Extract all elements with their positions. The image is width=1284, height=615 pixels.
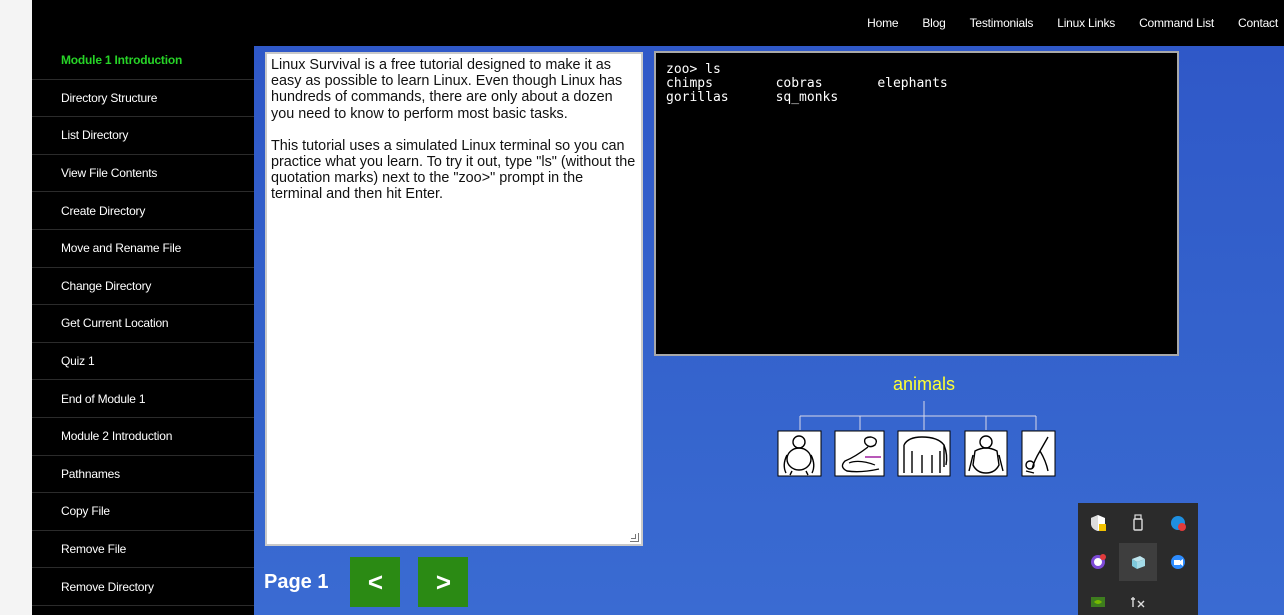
terminal-line: zoo> ls (666, 62, 721, 77)
lesson-paragraph-2: This tutorial uses a simulated Linux ter… (271, 137, 636, 203)
left-gutter (0, 0, 32, 615)
terminal-line: chimps cobras elephants (666, 76, 948, 91)
cube-app-icon[interactable] (1119, 543, 1157, 581)
usb-device-icon[interactable] (1119, 504, 1157, 542)
nav-testimonials[interactable]: Testimonials (970, 16, 1034, 30)
video-call-icon[interactable] (1159, 543, 1197, 581)
lesson-paragraph-1: Linux Survival is a free tutorial design… (271, 57, 623, 122)
page-number-label: Page 1 (264, 570, 329, 593)
pager: Page 1 < > (264, 557, 486, 607)
squirrel-monkey-icon (1021, 430, 1056, 477)
nav-linux-links[interactable]: Linux Links (1057, 16, 1115, 30)
gorilla-icon (964, 430, 1008, 477)
terminal[interactable]: zoo> ls chimps cobras elephants gorillas… (654, 51, 1179, 356)
sidebar-item-quiz-1[interactable]: Quiz 1 (32, 343, 254, 381)
sidebar-item-create-directory[interactable]: Create Directory (32, 192, 254, 230)
nav-command-list[interactable]: Command List (1139, 16, 1214, 30)
elephant-icon (897, 430, 951, 477)
nav-home[interactable]: Home (867, 16, 898, 30)
system-tray-overflow (1078, 503, 1198, 615)
sidebar-item-module-2-introduction[interactable]: Module 2 Introduction (32, 418, 254, 456)
lesson-list: Module 1 Introduction Directory Structure… (32, 42, 254, 606)
sidebar-item-directory-structure[interactable]: Directory Structure (32, 80, 254, 118)
resize-handle[interactable] (630, 533, 639, 542)
tree-diagram (777, 401, 1056, 477)
messenger-icon[interactable] (1079, 543, 1117, 581)
gpu-icon[interactable] (1079, 583, 1117, 615)
next-page-button[interactable]: > (418, 557, 469, 607)
previous-page-button[interactable]: < (350, 557, 401, 607)
sidebar-item-remove-file[interactable]: Remove File (32, 531, 254, 569)
main-nav: Home Blog Testimonials Linux Links Comma… (843, 0, 1284, 46)
sidebar-item-module-1-introduction[interactable]: Module 1 Introduction (32, 42, 254, 80)
sidebar-item-move-and-rename-file[interactable]: Move and Rename File (32, 230, 254, 268)
chimp-icon (777, 430, 822, 477)
sidebar-item-pathnames[interactable]: Pathnames (32, 456, 254, 494)
top-navigation-bar: Home Blog Testimonials Linux Links Comma… (32, 0, 1284, 46)
sidebar-item-view-file-contents[interactable]: View File Contents (32, 155, 254, 193)
network-icon[interactable] (1119, 583, 1157, 615)
sidebar-item-remove-directory[interactable]: Remove Directory (32, 568, 254, 606)
sidebar-item-get-current-location[interactable]: Get Current Location (32, 305, 254, 343)
sidebar-item-change-directory[interactable]: Change Directory (32, 268, 254, 306)
sidebar-item-copy-file[interactable]: Copy File (32, 493, 254, 531)
sidebar-item-end-of-module-1[interactable]: End of Module 1 (32, 380, 254, 418)
chat-app-icon[interactable] (1159, 504, 1197, 542)
cobra-icon (834, 430, 885, 477)
terminal-line: gorillas sq_monks (666, 90, 839, 105)
lesson-sidebar: Module 1 Introduction Directory Structure… (32, 42, 254, 615)
sidebar-item-list-directory[interactable]: List Directory (32, 117, 254, 155)
nav-contact[interactable]: Contact (1238, 16, 1278, 30)
nav-blog[interactable]: Blog (922, 16, 945, 30)
directory-tree: animals (774, 371, 1064, 481)
lesson-text-panel[interactable]: Linux Survival is a free tutorial design… (265, 52, 643, 546)
security-warning-icon[interactable] (1079, 504, 1117, 542)
